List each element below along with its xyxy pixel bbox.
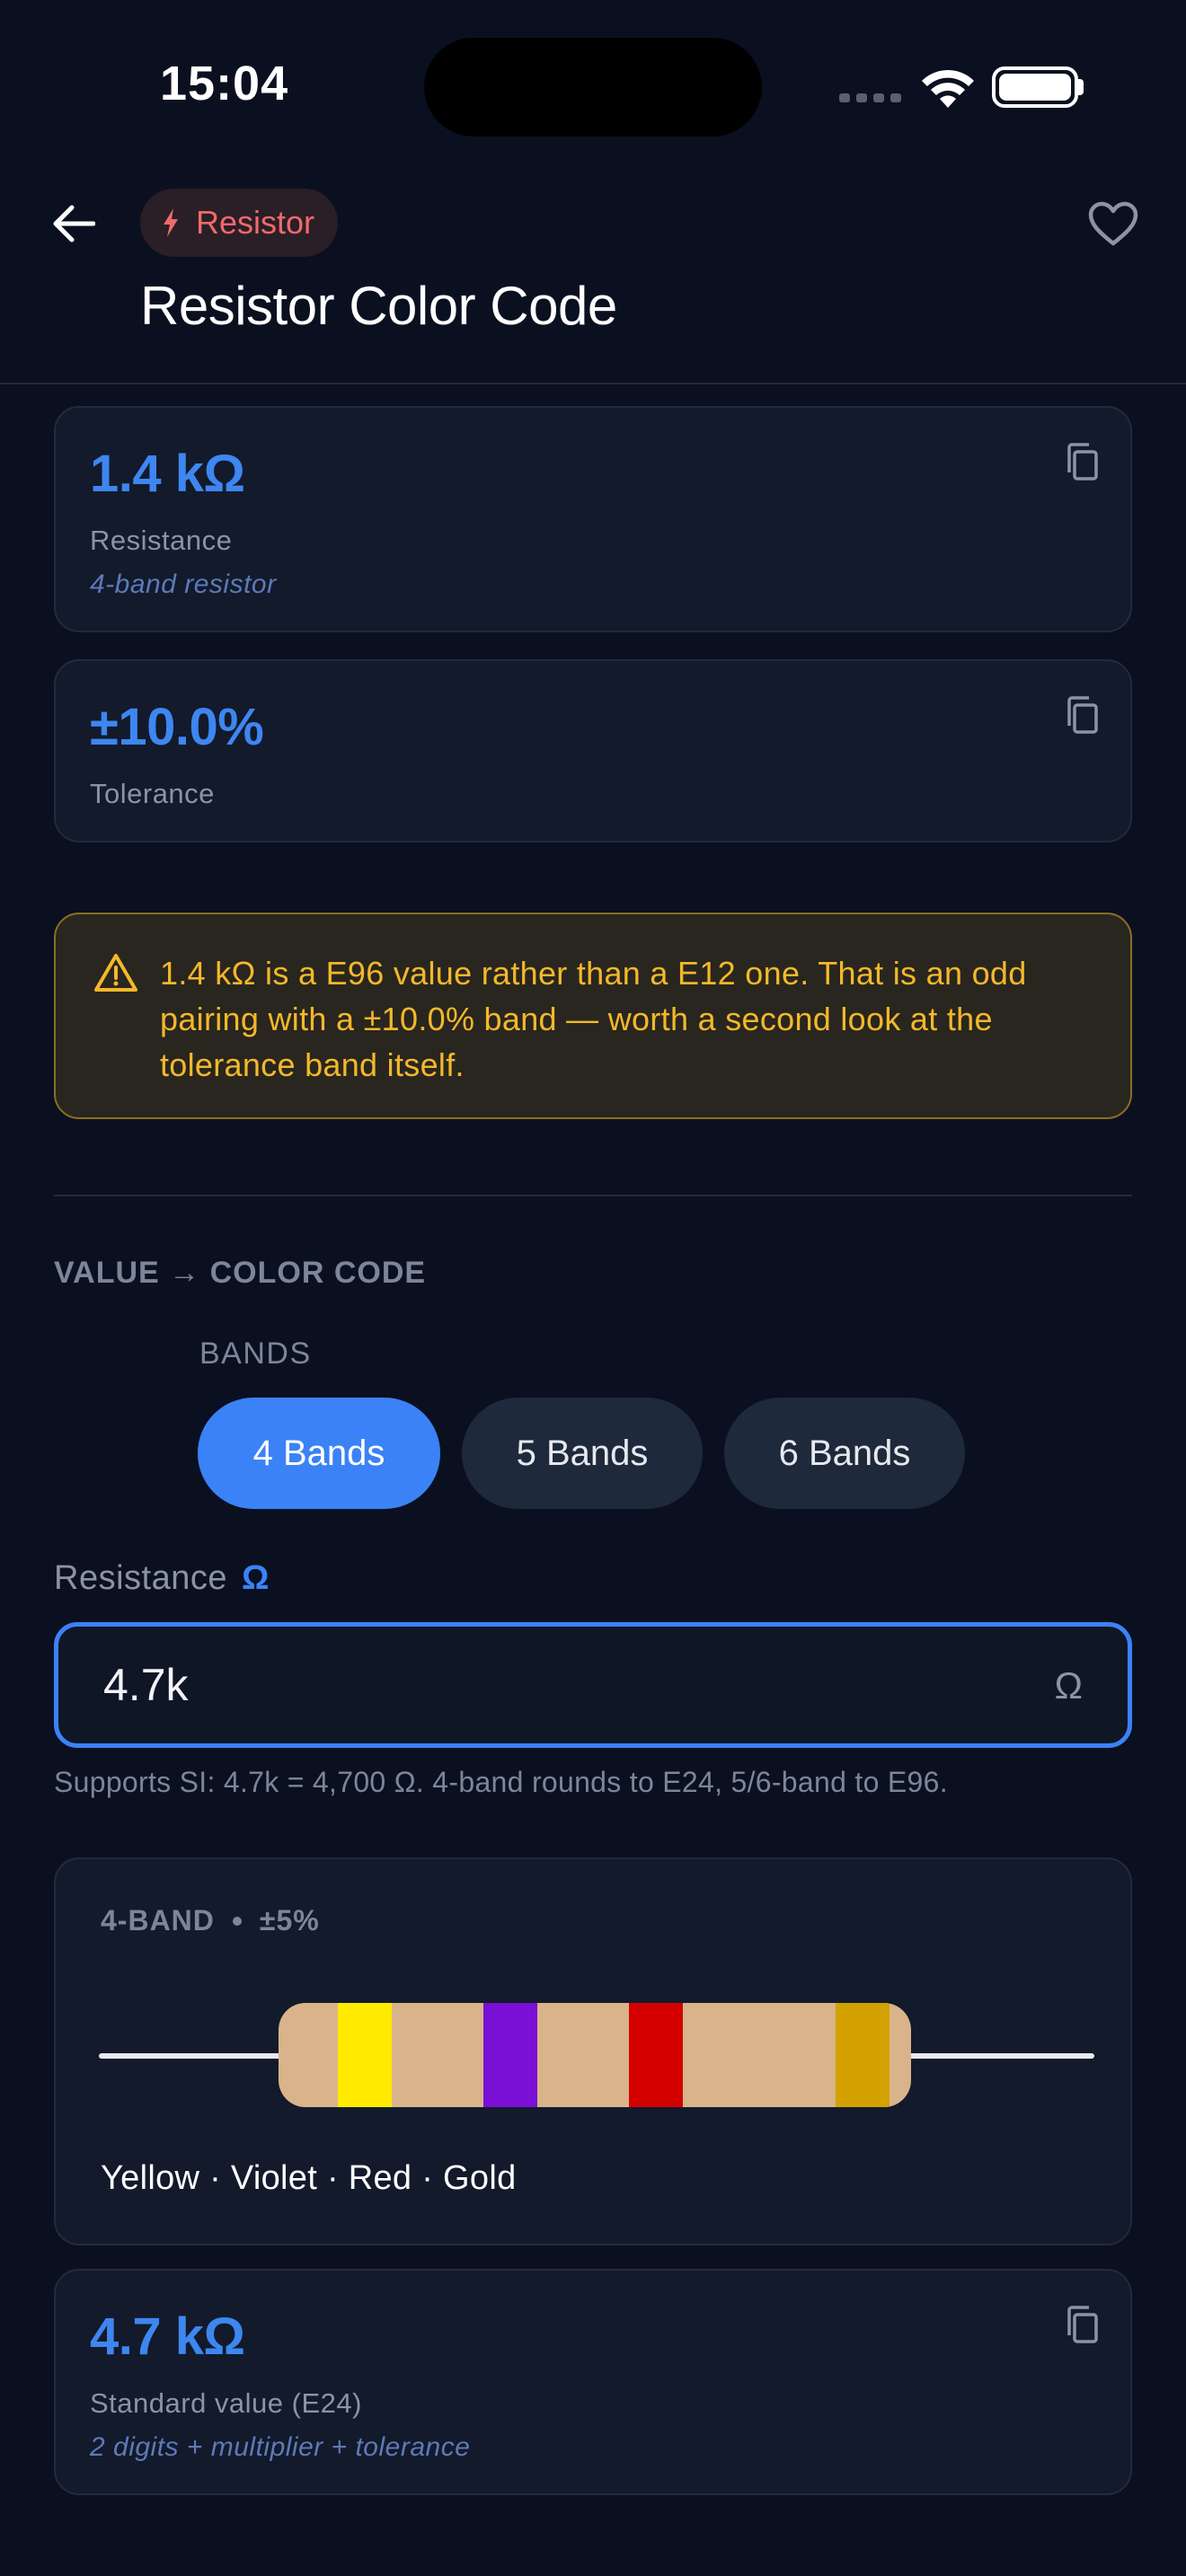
resistor-lead-left — [99, 2053, 288, 2059]
warning-triangle-icon — [94, 954, 137, 992]
resistance-input-container: Ω — [54, 1622, 1132, 1748]
battery-icon — [992, 66, 1078, 108]
tolerance-result-card: ±10.0% Tolerance — [54, 659, 1132, 842]
bands-label: BANDS — [199, 1337, 312, 1371]
resistance-value: 1.4 kΩ — [90, 445, 245, 503]
wifi-icon — [922, 69, 974, 108]
resistance-input-suffix: Ω — [1054, 1664, 1083, 1707]
resistance-unit-label: Ω — [241, 1559, 270, 1597]
category-chip: Resistor — [140, 189, 339, 257]
warning-banner: 1.4 kΩ is a E96 value rather than a E12 … — [54, 913, 1132, 1119]
resistance-input-label: Resistance Ω — [54, 1559, 270, 1598]
bands-option-4[interactable]: 4 Bands — [198, 1398, 440, 1509]
color-band-1 — [338, 2003, 392, 2107]
category-chip-label: Resistor — [196, 204, 315, 241]
warning-text: 1.4 kΩ is a E96 value rather than a E12 … — [160, 955, 1027, 1083]
dynamic-island — [424, 38, 762, 137]
standard-value-card: 4.7 kΩ Standard value (E24) 2 digits + m… — [54, 2269, 1132, 2495]
separator-dot — [232, 1916, 242, 1926]
copy-icon — [1067, 443, 1098, 481]
band-count-label: 4-BAND — [101, 1904, 215, 1936]
heart-icon — [1088, 201, 1138, 246]
battery-nub — [1078, 79, 1084, 95]
section-divider — [54, 1195, 1132, 1196]
resistance-input[interactable] — [103, 1627, 1002, 1743]
header-divider — [0, 383, 1186, 384]
color-band-4 — [836, 2003, 890, 2107]
band-color-names: Yellow · Violet · Red · Gold — [101, 2159, 517, 2197]
cellular-signal-icon — [839, 93, 901, 102]
standard-value-label: Standard value (E24) — [90, 2387, 362, 2419]
standard-value: 4.7 kΩ — [90, 2307, 245, 2366]
favorite-button[interactable] — [1084, 196, 1143, 251]
bands-option-5[interactable]: 5 Bands — [462, 1398, 703, 1509]
resistance-input-label-text: Resistance — [54, 1559, 227, 1597]
arrow-left-icon — [53, 205, 95, 243]
standard-value-sub: 2 digits + multiplier + tolerance — [90, 2432, 471, 2462]
copy-icon — [1067, 696, 1098, 734]
page-title: Resistor Color Code — [140, 276, 617, 336]
resistor-lead-right — [904, 2053, 1094, 2059]
status-time: 15:04 — [160, 57, 289, 110]
resistor-visual-header: 4-BAND ±5% — [101, 1904, 320, 1937]
section-title: VALUE → COLOR CODE — [54, 1256, 427, 1290]
copy-tolerance-button[interactable] — [1055, 688, 1109, 742]
tolerance-badge: ±5% — [259, 1904, 320, 1936]
lightning-icon — [164, 208, 178, 237]
resistor-visual-card: 4-BAND ±5% Yellow · Violet · Red · Gold — [54, 1857, 1132, 2245]
tolerance-value: ±10.0% — [90, 698, 264, 756]
resistance-input-hint: Supports SI: 4.7k = 4,700 Ω. 4-band roun… — [54, 1766, 948, 1798]
color-band-2 — [483, 2003, 537, 2107]
copy-icon — [1067, 2306, 1098, 2343]
bands-option-6[interactable]: 6 Bands — [724, 1398, 965, 1509]
resistance-sub: 4-band resistor — [90, 569, 277, 599]
copy-resistance-button[interactable] — [1055, 435, 1109, 489]
resistor-body — [279, 2003, 911, 2107]
color-band-3 — [629, 2003, 683, 2107]
copy-standard-value-button[interactable] — [1055, 2298, 1109, 2351]
tolerance-label: Tolerance — [90, 778, 215, 809]
resistance-result-card: 1.4 kΩ Resistance 4-band resistor — [54, 406, 1132, 632]
back-button[interactable] — [45, 196, 101, 251]
resistance-label: Resistance — [90, 525, 233, 556]
